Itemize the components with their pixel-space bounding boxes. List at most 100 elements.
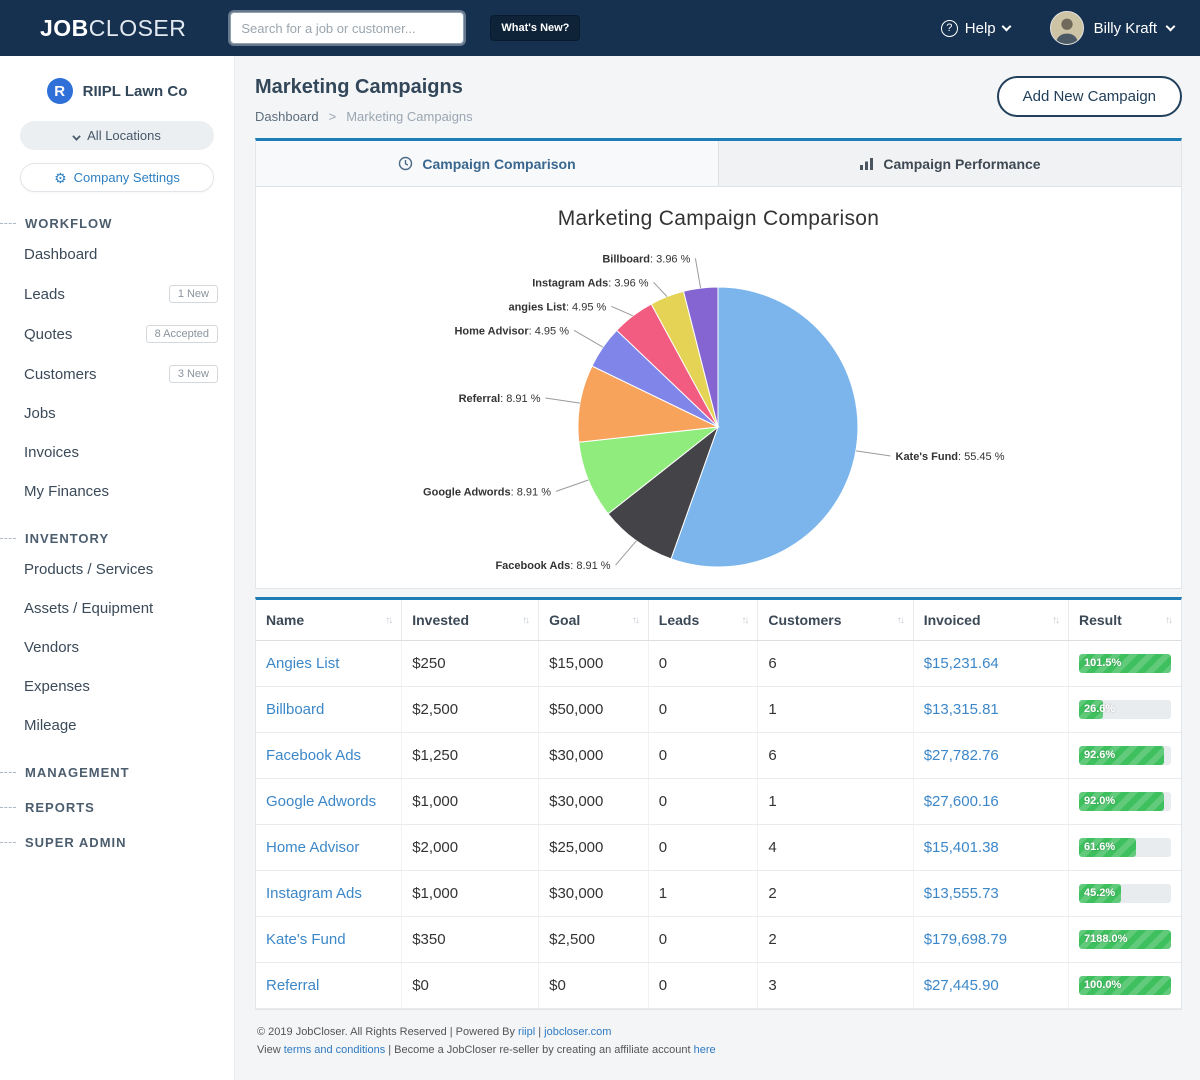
sidebar-item-jobs[interactable]: Jobs xyxy=(0,394,234,433)
campaign-table-body: Angies List$250$15,00006$15,231.64101.5%… xyxy=(256,641,1181,1009)
tab-campaign-performance[interactable]: Campaign Performance xyxy=(718,141,1181,186)
search-input[interactable] xyxy=(230,12,464,44)
cell-leads: 0 xyxy=(648,733,758,779)
all-locations-dropdown[interactable]: All Locations xyxy=(20,121,214,150)
sort-icon: ↑↓ xyxy=(1046,615,1058,626)
cell-leads: 0 xyxy=(648,641,758,687)
column-header-result[interactable]: Result↑↓ xyxy=(1068,600,1181,641)
footer-link[interactable]: here xyxy=(694,1044,716,1056)
invoiced-link[interactable]: $15,231.64 xyxy=(924,655,999,672)
sidebar-section-reports: REPORTS xyxy=(0,800,234,815)
breadcrumb-dashboard[interactable]: Dashboard xyxy=(255,109,319,124)
campaign-name-link[interactable]: Google Adwords xyxy=(266,793,376,810)
add-new-campaign-button[interactable]: Add New Campaign xyxy=(997,76,1182,117)
sidebar-item-expenses[interactable]: Expenses xyxy=(0,667,234,706)
cell-invoiced: $15,231.64 xyxy=(913,641,1068,687)
column-header-invoiced[interactable]: Invoiced↑↓ xyxy=(913,600,1068,641)
cell-result: 26.6% xyxy=(1068,687,1181,733)
footer-link[interactable]: terms and conditions xyxy=(284,1044,386,1056)
campaign-name-link[interactable]: Billboard xyxy=(266,701,324,718)
page-title: Marketing Campaigns xyxy=(255,76,473,99)
sidebar-item-my-finances[interactable]: My Finances xyxy=(0,472,234,511)
campaign-name-link[interactable]: Facebook Ads xyxy=(266,747,361,764)
column-header-leads[interactable]: Leads↑↓ xyxy=(648,600,758,641)
campaign-name-link[interactable]: Kate's Fund xyxy=(266,931,346,948)
jobcloser-logo[interactable]: JOBCLOSER xyxy=(40,15,186,42)
sidebar-item-customers[interactable]: Customers3 New xyxy=(0,354,234,394)
company-settings-label: Company Settings xyxy=(74,170,180,185)
sidebar-item-label: Quotes xyxy=(24,326,72,343)
invoiced-link[interactable]: $27,782.76 xyxy=(924,747,999,764)
sidebar-item-vendors[interactable]: Vendors xyxy=(0,628,234,667)
sidebar-item-products-services[interactable]: Products / Services xyxy=(0,550,234,589)
footer-text: View xyxy=(257,1044,284,1056)
sidebar-section-workflow: WORKFLOW xyxy=(0,216,234,231)
cell-invested: $1,000 xyxy=(402,779,539,825)
sidebar-item-label: Assets / Equipment xyxy=(24,600,153,617)
company-switcher[interactable]: R RIIPL Lawn Co xyxy=(0,72,234,108)
pie-label-referral: Referral: 8.91 % xyxy=(459,393,541,405)
cell-name: Instagram Ads xyxy=(256,871,402,917)
result-progress-bar: 45.2% xyxy=(1079,884,1171,903)
column-header-invested[interactable]: Invested↑↓ xyxy=(402,600,539,641)
logo-text-bold: JOB xyxy=(40,15,89,41)
footer-link[interactable]: jobcloser.com xyxy=(544,1026,611,1038)
footer-link[interactable]: riipl xyxy=(518,1026,535,1038)
campaign-name-link[interactable]: Home Advisor xyxy=(266,839,359,856)
campaign-name-link[interactable]: Instagram Ads xyxy=(266,885,362,902)
sidebar-item-leads[interactable]: Leads1 New xyxy=(0,274,234,314)
cell-result: 92.0% xyxy=(1068,779,1181,825)
pie-label-connector xyxy=(611,306,633,316)
pie-label-google-adwords: Google Adwords: 8.91 % xyxy=(423,486,551,498)
result-progress-bar: 100.0% xyxy=(1079,976,1171,995)
sidebar-item-label: Leads xyxy=(24,286,65,303)
cell-result: 101.5% xyxy=(1068,641,1181,687)
whats-new-button[interactable]: What's New? xyxy=(490,15,580,41)
cell-invested: $250 xyxy=(402,641,539,687)
sidebar-item-dashboard[interactable]: Dashboard xyxy=(0,235,234,274)
top-navbar: JOBCLOSER What's New? ? Help Billy Kraft xyxy=(0,0,1200,56)
invoiced-link[interactable]: $179,698.79 xyxy=(924,931,1007,948)
company-settings-button[interactable]: ⚙ Company Settings xyxy=(20,163,214,192)
sidebar-item-assets-equipment[interactable]: Assets / Equipment xyxy=(0,589,234,628)
invoiced-link[interactable]: $27,600.16 xyxy=(924,793,999,810)
all-locations-label: All Locations xyxy=(87,128,161,143)
avatar xyxy=(1050,11,1084,45)
invoiced-link[interactable]: $15,401.38 xyxy=(924,839,999,856)
navbar-right: ? Help Billy Kraft xyxy=(941,11,1174,45)
campaign-name-link[interactable]: Referral xyxy=(266,977,319,994)
sidebar: R RIIPL Lawn Co All Locations ⚙ Company … xyxy=(0,56,235,1080)
cell-invoiced: $13,555.73 xyxy=(913,871,1068,917)
result-progress-bar: 92.0% xyxy=(1079,792,1171,811)
tab-campaign-comparison[interactable]: Campaign Comparison xyxy=(256,141,718,186)
sidebar-item-quotes[interactable]: Quotes8 Accepted xyxy=(0,314,234,354)
invoiced-link[interactable]: $13,555.73 xyxy=(924,885,999,902)
campaign-table-head-row: Name↑↓Invested↑↓Goal↑↓Leads↑↓Customers↑↓… xyxy=(256,600,1181,641)
cell-customers: 2 xyxy=(758,871,913,917)
chart-card: Campaign ComparisonCampaign Performance … xyxy=(255,138,1182,589)
cell-goal: $30,000 xyxy=(539,871,649,917)
cell-invoiced: $27,782.76 xyxy=(913,733,1068,779)
cell-customers: 3 xyxy=(758,963,913,1009)
user-menu[interactable]: Billy Kraft xyxy=(1050,11,1174,45)
result-progress-bar: 92.6% xyxy=(1079,746,1171,765)
pie-label-facebook-ads: Facebook Ads: 8.91 % xyxy=(495,560,610,572)
invoiced-link[interactable]: $27,445.90 xyxy=(924,977,999,994)
column-label: Goal xyxy=(549,612,580,628)
invoiced-link[interactable]: $13,315.81 xyxy=(924,701,999,718)
column-header-customers[interactable]: Customers↑↓ xyxy=(758,600,913,641)
footer-line2: View terms and conditions | Become a Job… xyxy=(257,1042,1182,1060)
campaign-name-link[interactable]: Angies List xyxy=(266,655,339,672)
sidebar-item-badge: 3 New xyxy=(169,365,218,383)
main-content: Marketing Campaigns Dashboard > Marketin… xyxy=(235,56,1200,1077)
footer-text: | Become a JobCloser re-seller by creati… xyxy=(385,1044,693,1056)
sidebar-item-invoices[interactable]: Invoices xyxy=(0,433,234,472)
column-header-goal[interactable]: Goal↑↓ xyxy=(539,600,649,641)
result-percent-label: 100.0% xyxy=(1084,976,1121,995)
sidebar-item-mileage[interactable]: Mileage xyxy=(0,706,234,745)
help-menu[interactable]: ? Help xyxy=(941,20,1010,37)
column-header-name[interactable]: Name↑↓ xyxy=(256,600,402,641)
pie-label-connector xyxy=(556,480,588,491)
logo-text-light: CLOSER xyxy=(89,15,187,41)
column-label: Name xyxy=(266,612,304,628)
